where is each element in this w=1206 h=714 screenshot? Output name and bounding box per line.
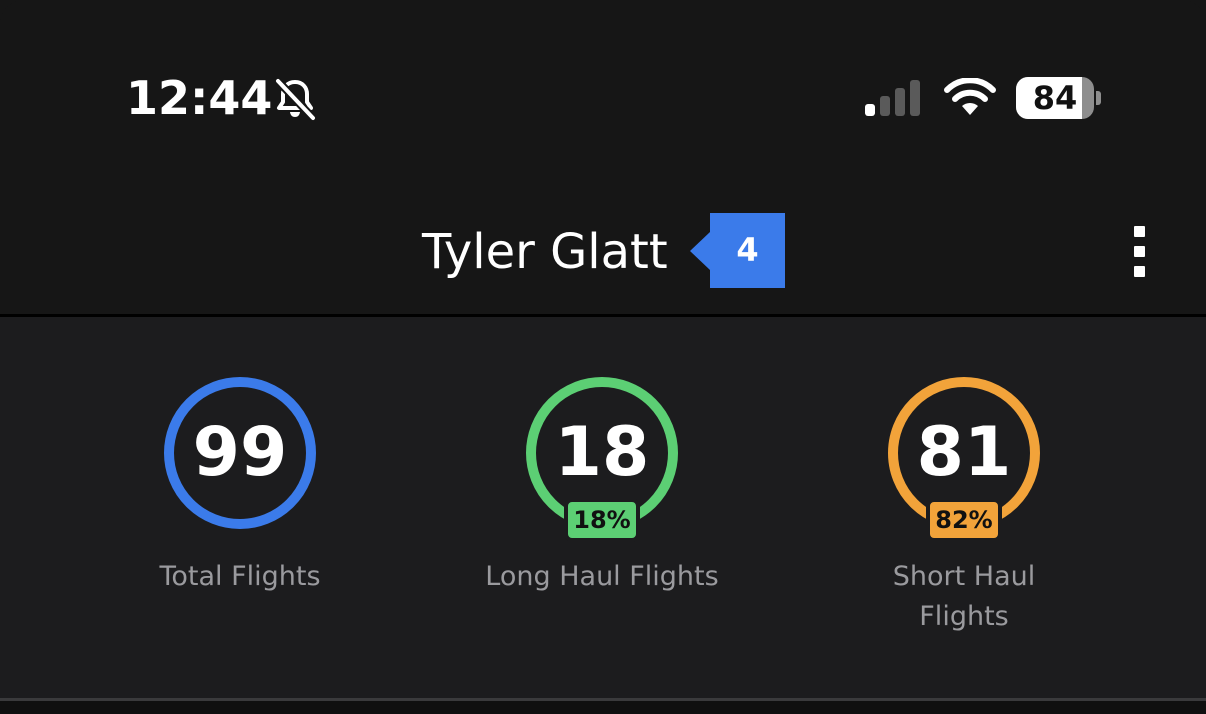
- flight-stats-panel: 99 Total Flights 18 18% Long Haul Flight…: [0, 317, 1206, 699]
- battery-icon: 84: [1016, 77, 1094, 119]
- signal-icon: [865, 80, 920, 116]
- status-time: 12:44: [126, 71, 273, 125]
- level-badge[interactable]: 4: [710, 213, 785, 288]
- signal-bar: [865, 104, 875, 116]
- profile-name: Tyler Glatt: [422, 224, 668, 280]
- badge-arrow: [690, 232, 710, 270]
- stat-ring: 99: [164, 377, 316, 529]
- signal-bar: [895, 88, 905, 116]
- stat-label: Short Haul Flights: [892, 561, 1036, 632]
- stat-short-haul-flights[interactable]: 81 82% Short Haul Flights: [814, 317, 1114, 699]
- stat-percent-badge: 82%: [926, 498, 1002, 542]
- profile-header: Tyler Glatt 4: [0, 190, 1206, 316]
- menu-dot: [1134, 246, 1145, 257]
- status-bar: 12:44 84: [0, 0, 1206, 190]
- menu-dot: [1134, 266, 1145, 277]
- menu-dot: [1134, 226, 1145, 237]
- signal-bar: [910, 80, 920, 116]
- bell-off-icon: [275, 78, 316, 121]
- stat-percent-badge: 18%: [564, 498, 640, 542]
- content-below: [0, 701, 1206, 714]
- wifi-icon: [944, 78, 996, 115]
- app-screen: 12:44 84 Tyler Glatt 4 99 Total Flights …: [0, 0, 1206, 714]
- signal-bar: [880, 96, 890, 116]
- stat-label: Long Haul Flights: [485, 561, 719, 592]
- stat-long-haul-flights[interactable]: 18 18% Long Haul Flights: [452, 317, 752, 699]
- more-vertical-icon[interactable]: [1120, 226, 1160, 278]
- stat-total-flights[interactable]: 99 Total Flights: [90, 317, 390, 699]
- battery-tip: [1096, 91, 1101, 105]
- battery-level: 84: [1032, 79, 1078, 117]
- stat-value: 99: [192, 413, 288, 492]
- stat-label: Total Flights: [159, 561, 321, 592]
